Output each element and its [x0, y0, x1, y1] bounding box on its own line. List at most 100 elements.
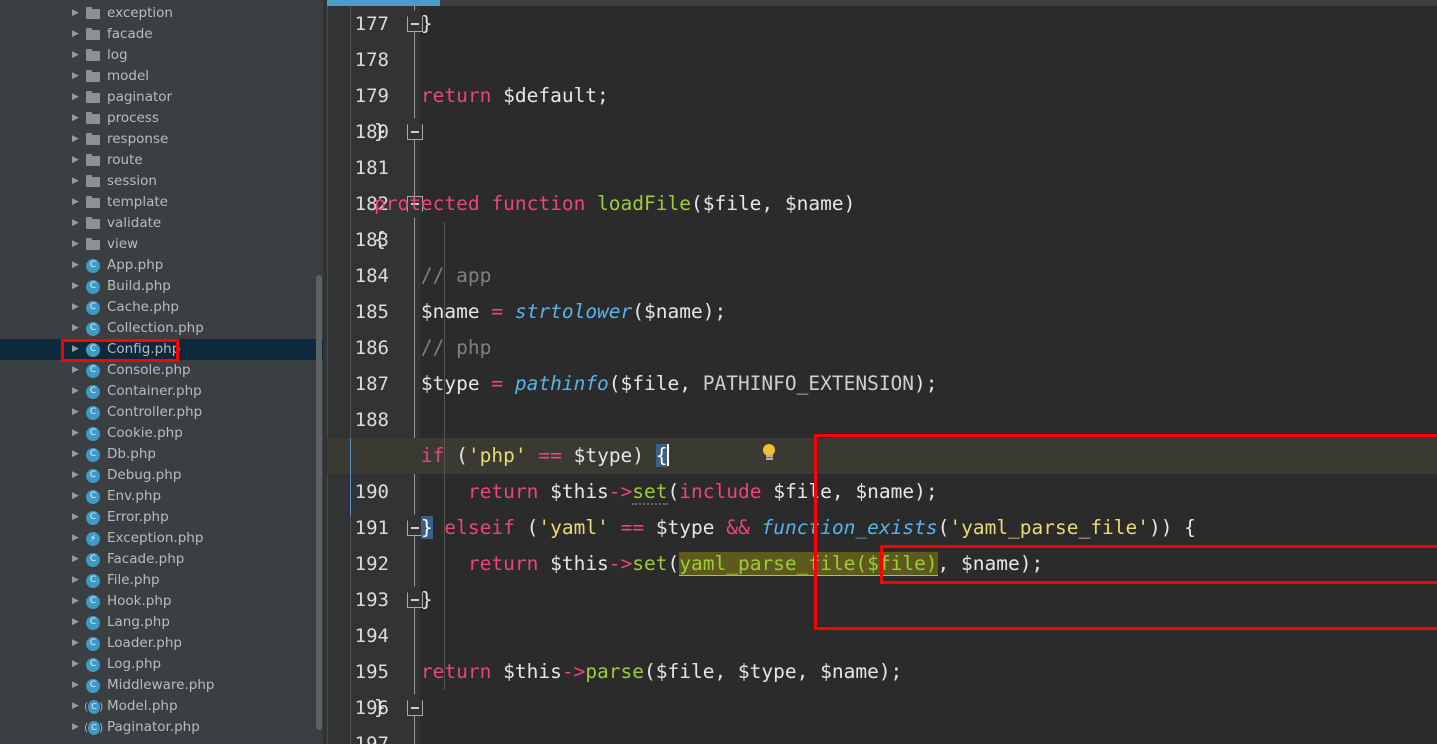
tree-item-label: exception [107, 5, 173, 21]
tree-item-paginator-php[interactable]: ▶()Paginator.php [0, 717, 323, 738]
sidebar-vertical-scrollbar[interactable] [316, 275, 322, 730]
expand-arrow-icon[interactable]: ▶ [69, 360, 82, 381]
tree-item-facade[interactable]: ▶ facade [0, 24, 323, 45]
tree-item-model-php[interactable]: ▶()Model.php [0, 696, 323, 717]
tree-item-file-php[interactable]: ▶ File.php [0, 570, 323, 591]
code-line-192[interactable]: return $this->set(yaml_parse_file($file)… [327, 546, 1043, 582]
expand-arrow-icon[interactable]: ▶ [69, 66, 82, 87]
expand-arrow-icon[interactable]: ▶ [69, 717, 82, 738]
expand-arrow-icon[interactable]: ▶ [69, 339, 82, 360]
code-line-183[interactable]: { [327, 222, 386, 258]
code-line-184[interactable]: // app [327, 258, 491, 294]
expand-arrow-icon[interactable]: ▶ [69, 654, 82, 675]
expand-arrow-icon[interactable]: ▶ [69, 129, 82, 150]
expand-arrow-icon[interactable]: ▶ [69, 213, 82, 234]
expand-arrow-icon[interactable]: ▶ [69, 423, 82, 444]
expand-arrow-icon[interactable]: ▶ [69, 171, 82, 192]
code-line-182[interactable]: protected function loadFile($file, $name… [327, 186, 855, 222]
indent-guide [444, 222, 445, 690]
expand-arrow-icon[interactable]: ▶ [69, 45, 82, 66]
tree-item-loader-php[interactable]: ▶ Loader.php [0, 633, 323, 654]
php-abstract-class-icon: () [84, 696, 103, 717]
expand-arrow-icon[interactable]: ▶ [69, 255, 82, 276]
tree-item-collection-php[interactable]: ▶ Collection.php [0, 318, 323, 339]
expand-arrow-icon[interactable]: ▶ [69, 570, 82, 591]
tree-item-response[interactable]: ▶ response [0, 129, 323, 150]
tree-item-controller-php[interactable]: ▶ Controller.php [0, 402, 323, 423]
line-number: 197 [354, 733, 389, 744]
php-exception-icon [85, 528, 103, 549]
code-editor[interactable]: 1771781791801811821831841851861871881891… [327, 0, 1437, 744]
code-line-195[interactable]: return $this->parse($file, $type, $name)… [327, 654, 902, 690]
tree-item-log-php[interactable]: ▶ Log.php [0, 654, 323, 675]
tree-item-log[interactable]: ▶ log [0, 45, 323, 66]
tree-item-container-php[interactable]: ▶ Container.php [0, 381, 323, 402]
tree-item-hook-php[interactable]: ▶ Hook.php [0, 591, 323, 612]
expand-arrow-icon[interactable]: ▶ [69, 444, 82, 465]
tree-item-cookie-php[interactable]: ▶ Cookie.php [0, 423, 323, 444]
tree-item-env-php[interactable]: ▶ Env.php [0, 486, 323, 507]
expand-arrow-icon[interactable]: ▶ [69, 465, 82, 486]
expand-arrow-icon[interactable]: ▶ [69, 507, 82, 528]
expand-arrow-icon[interactable]: ▶ [69, 696, 82, 717]
expand-arrow-icon[interactable]: ▶ [69, 3, 82, 24]
tree-item-template[interactable]: ▶ template [0, 192, 323, 213]
expand-arrow-icon[interactable]: ▶ [69, 528, 82, 549]
tree-item-view[interactable]: ▶ view [0, 234, 323, 255]
code-line-191[interactable]: } elseif ('yaml' == $type && function_ex… [327, 510, 1196, 546]
code-line-190[interactable]: return $this->set(include $file, $name); [327, 474, 938, 510]
expand-arrow-icon[interactable]: ▶ [69, 150, 82, 171]
tree-item-model[interactable]: ▶ model [0, 66, 323, 87]
expand-arrow-icon[interactable]: ▶ [69, 381, 82, 402]
tree-item-lang-php[interactable]: ▶ Lang.php [0, 612, 323, 633]
code-line-187[interactable]: $type = pathinfo($file, PATHINFO_EXTENSI… [327, 366, 938, 402]
code-line-185[interactable]: $name = strtolower($name); [327, 294, 726, 330]
code-line-179[interactable]: return $default; [327, 78, 609, 114]
tree-item-paginator[interactable]: ▶ paginator [0, 87, 323, 108]
expand-arrow-icon[interactable]: ▶ [69, 675, 82, 696]
tree-item-error-php[interactable]: ▶ Error.php [0, 507, 323, 528]
tree-item-db-php[interactable]: ▶ Db.php [0, 444, 323, 465]
expand-arrow-icon[interactable]: ▶ [69, 108, 82, 129]
tree-item-session[interactable]: ▶ session [0, 171, 323, 192]
code-line-196[interactable]: } [327, 690, 386, 726]
expand-arrow-icon[interactable]: ▶ [69, 402, 82, 423]
tree-item-route[interactable]: ▶ route [0, 150, 323, 171]
tree-item-app-php[interactable]: ▶ App.php [0, 255, 323, 276]
tree-item-debug-php[interactable]: ▶ Debug.php [0, 465, 323, 486]
tree-item-build-php[interactable]: ▶ Build.php [0, 276, 323, 297]
tree-item-exception[interactable]: ▶ exception [0, 3, 323, 24]
expand-arrow-icon[interactable]: ▶ [69, 612, 82, 633]
tree-item-config-php[interactable]: ▶ Config.php [0, 339, 323, 360]
expand-arrow-icon[interactable]: ▶ [69, 276, 82, 297]
tree-item-facade-php[interactable]: ▶ Facade.php [0, 549, 323, 570]
tree-item-label: template [107, 194, 168, 210]
fold-marker-icon[interactable] [406, 116, 424, 140]
expand-arrow-icon[interactable]: ▶ [69, 234, 82, 255]
expand-arrow-icon[interactable]: ▶ [69, 486, 82, 507]
tree-item-cache-php[interactable]: ▶ Cache.php [0, 297, 323, 318]
tree-item-validate[interactable]: ▶ validate [0, 213, 323, 234]
tree-item-middleware-php[interactable]: ▶ Middleware.php [0, 675, 323, 696]
tree-item-console-php[interactable]: ▶ Console.php [0, 360, 323, 381]
expand-arrow-icon[interactable]: ▶ [69, 549, 82, 570]
tree-item-label: Facade.php [107, 551, 185, 567]
expand-arrow-icon[interactable]: ▶ [69, 192, 82, 213]
code-line-186[interactable]: // php [327, 330, 491, 366]
lightbulb-intention-icon[interactable] [761, 444, 777, 462]
tree-item-exception-php[interactable]: ▶ Exception.php [0, 528, 323, 549]
code-line-189[interactable]: if ('php' == $type) { [327, 438, 669, 474]
expand-arrow-icon[interactable]: ▶ [69, 297, 82, 318]
tree-item-process[interactable]: ▶ process [0, 108, 323, 129]
code-line-180[interactable]: } [327, 114, 386, 150]
expand-arrow-icon[interactable]: ▶ [69, 633, 82, 654]
tree-item-label: Exception.php [107, 530, 204, 546]
expand-arrow-icon[interactable]: ▶ [69, 24, 82, 45]
fold-marker-icon[interactable] [406, 692, 424, 716]
code-line-193[interactable]: } [327, 582, 433, 618]
expand-arrow-icon[interactable]: ▶ [69, 318, 82, 339]
project-tree-panel[interactable]: ▶ exception ▶ facade ▶ log ▶ model ▶ paginator ▶ pr… [0, 0, 323, 744]
expand-arrow-icon[interactable]: ▶ [69, 87, 82, 108]
expand-arrow-icon[interactable]: ▶ [69, 591, 82, 612]
code-line-177[interactable]: } [327, 6, 433, 42]
